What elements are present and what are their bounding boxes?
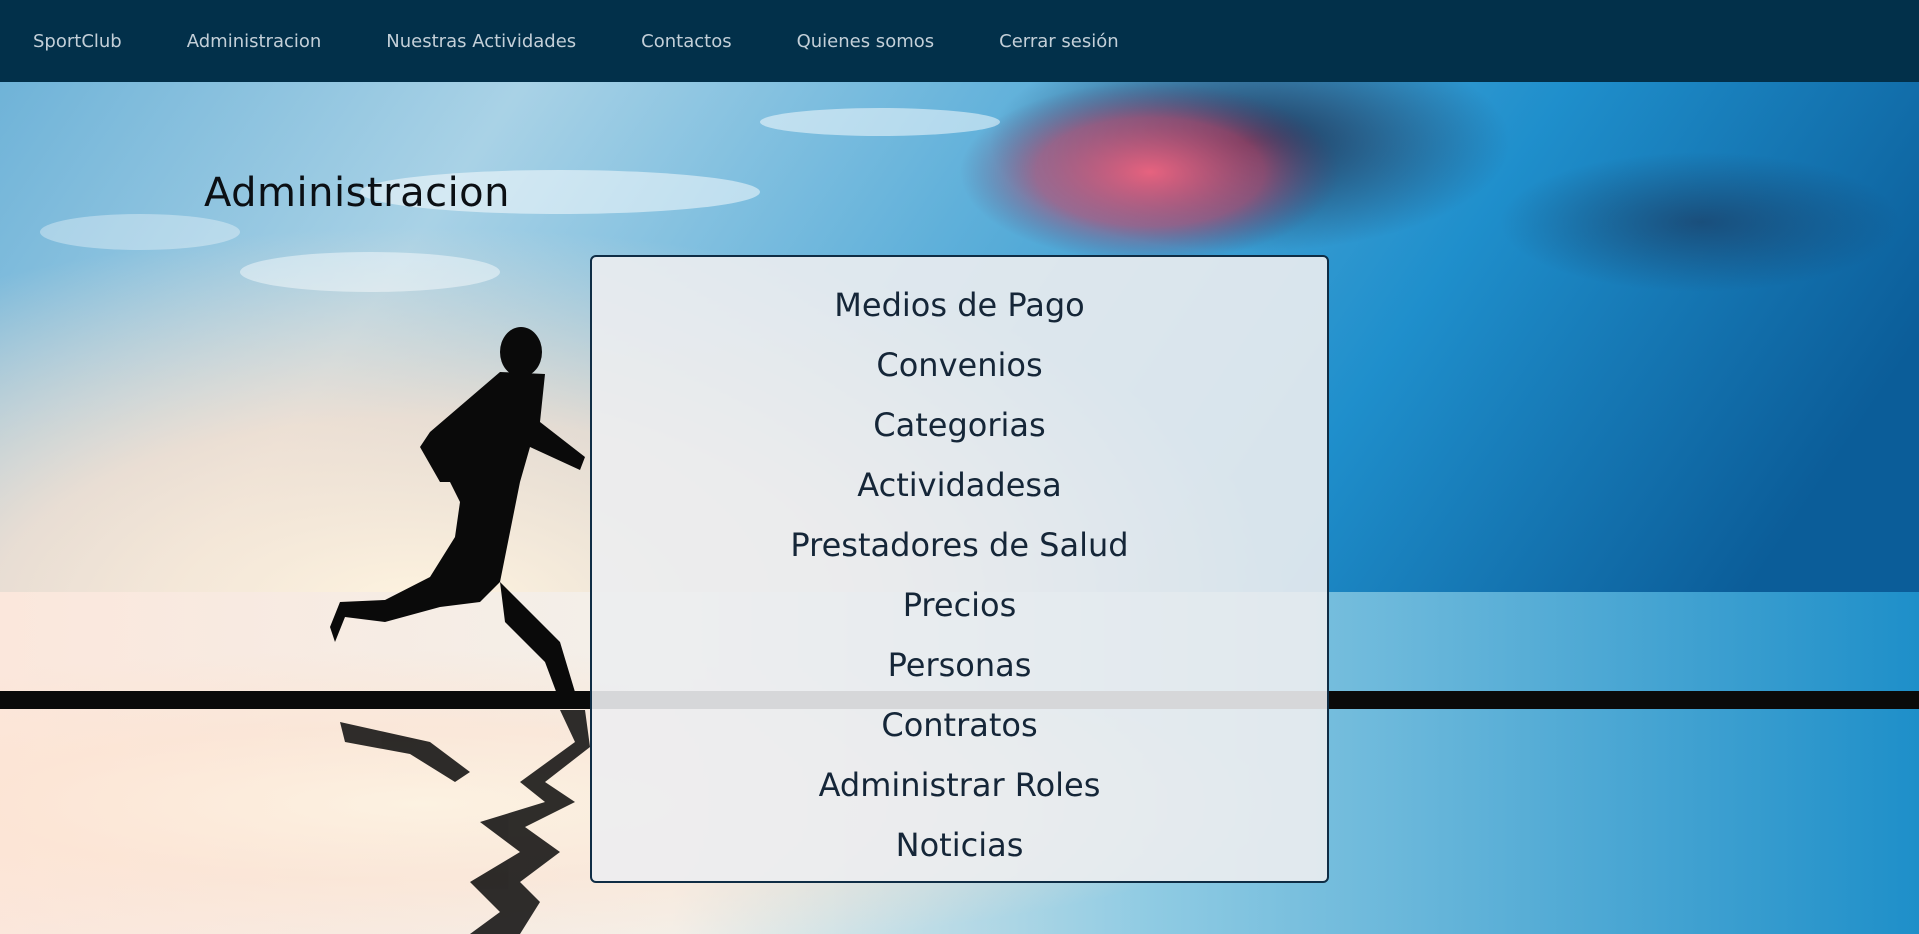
nav-item-cerrar-sesion[interactable]: Cerrar sesión bbox=[999, 31, 1119, 52]
page: SportClub Administracion Nuestras Activi… bbox=[0, 0, 1919, 934]
menu-link-prestadores-de-salud[interactable]: Prestadores de Salud bbox=[790, 526, 1128, 564]
list-item: Prestadores de Salud bbox=[592, 515, 1327, 575]
list-item: Administrar Roles bbox=[592, 755, 1327, 815]
list-item: Contratos bbox=[592, 695, 1327, 755]
list-item: Categorias bbox=[592, 395, 1327, 455]
page-title: Administracion bbox=[204, 170, 511, 216]
list-item: Noticias bbox=[592, 815, 1327, 875]
list-item: Precios bbox=[592, 575, 1327, 635]
list-item: Convenios bbox=[592, 335, 1327, 395]
admin-menu-panel: Medios de Pago Convenios Categorias Acti… bbox=[590, 255, 1329, 883]
nav-item-contactos[interactable]: Contactos bbox=[641, 31, 731, 52]
nav-item-administracion[interactable]: Administracion bbox=[187, 31, 322, 52]
menu-link-convenios[interactable]: Convenios bbox=[876, 346, 1042, 384]
menu-link-categorias[interactable]: Categorias bbox=[873, 406, 1045, 444]
menu-link-medios-de-pago[interactable]: Medios de Pago bbox=[834, 286, 1084, 324]
list-item: Personas bbox=[592, 635, 1327, 695]
top-navbar: SportClub Administracion Nuestras Activi… bbox=[0, 0, 1919, 82]
admin-menu-list: Medios de Pago Convenios Categorias Acti… bbox=[592, 275, 1327, 875]
list-item: Medios de Pago bbox=[592, 275, 1327, 335]
menu-link-actividades[interactable]: Actividadesa bbox=[857, 466, 1061, 504]
brand-link[interactable]: SportClub bbox=[33, 31, 122, 52]
list-item: Actividadesa bbox=[592, 455, 1327, 515]
menu-link-personas[interactable]: Personas bbox=[888, 646, 1032, 684]
menu-link-administrar-roles[interactable]: Administrar Roles bbox=[819, 766, 1101, 804]
menu-link-contratos[interactable]: Contratos bbox=[881, 706, 1037, 744]
nav-item-quienes-somos[interactable]: Quienes somos bbox=[797, 31, 935, 52]
nav-item-nuestras-actividades[interactable]: Nuestras Actividades bbox=[386, 31, 576, 52]
menu-link-precios[interactable]: Precios bbox=[903, 586, 1017, 624]
menu-link-noticias[interactable]: Noticias bbox=[896, 826, 1024, 864]
